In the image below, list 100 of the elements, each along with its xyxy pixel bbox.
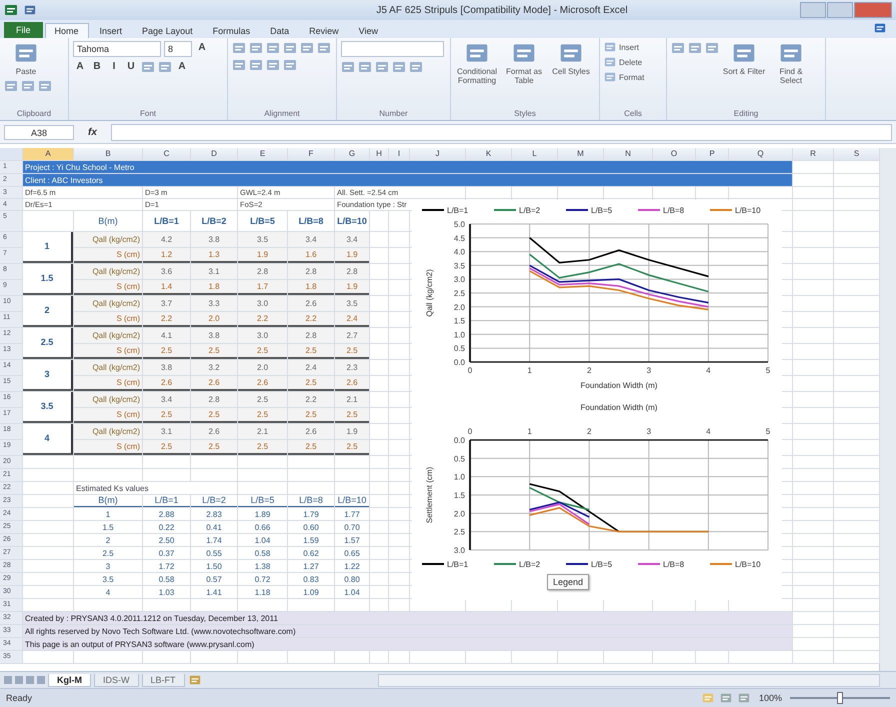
table-cell: 3.6 [143, 264, 190, 279]
function-label[interactable]: fx [80, 126, 105, 138]
column-header[interactable]: O [653, 148, 695, 160]
column-header[interactable]: H [370, 148, 388, 160]
toolbar-icon[interactable] [705, 41, 719, 55]
minimize-button[interactable] [800, 2, 826, 18]
save-icon[interactable] [24, 4, 36, 16]
maximize-button[interactable] [827, 2, 853, 18]
horizontal-scrollbar[interactable] [378, 674, 880, 686]
toolbar-icon[interactable] [341, 60, 355, 74]
column-header[interactable]: I [389, 148, 409, 160]
ribbon-tab[interactable]: Formulas [204, 24, 260, 38]
toolbar-icon[interactable] [141, 60, 155, 74]
ribbon-button[interactable]: Sort & Filter [722, 41, 766, 76]
font-button[interactable]: A [195, 41, 209, 55]
toolbar-icon[interactable] [283, 41, 297, 55]
column-header[interactable]: N [604, 148, 652, 160]
column-header[interactable]: P [696, 148, 728, 160]
toolbar-icon[interactable] [232, 41, 246, 55]
page-break-icon[interactable] [736, 692, 751, 704]
font-button[interactable]: U [124, 60, 138, 74]
font-button[interactable]: B [90, 60, 104, 74]
toolbar-icon[interactable] [300, 41, 314, 55]
ribbon-tab[interactable]: Insert [90, 24, 132, 38]
ribbon-tab[interactable]: Home [44, 23, 89, 38]
formula-input[interactable] [110, 124, 892, 140]
name-box[interactable]: A38 [4, 124, 74, 140]
legend-label: L/B=1 [447, 560, 469, 569]
tick-label: 3 [646, 366, 652, 375]
table-cell: 1.3 [191, 248, 237, 263]
page-layout-icon[interactable] [718, 692, 733, 704]
column-header[interactable]: E [238, 148, 287, 160]
table-cell: 2.5 [238, 392, 287, 407]
table-cell: 1.8 [191, 280, 237, 295]
column-header[interactable]: Q [729, 148, 792, 160]
combo-field[interactable] [341, 41, 444, 57]
column-label: B(m) [74, 495, 142, 507]
column-header[interactable]: D [191, 148, 237, 160]
toolbar-icon[interactable] [249, 58, 263, 72]
font-button[interactable]: A [175, 60, 189, 74]
new-sheet-icon[interactable] [188, 674, 202, 686]
zoom-level[interactable]: 100% [754, 693, 786, 703]
column-header[interactable]: A [23, 148, 73, 160]
column-label: L/B=10 [335, 495, 369, 507]
column-header[interactable]: K [466, 148, 511, 160]
toolbar-icon[interactable] [317, 41, 331, 55]
file-tab[interactable]: File [4, 22, 43, 38]
ribbon-button[interactable]: Cell Styles [549, 41, 593, 76]
toolbar-icon[interactable] [375, 60, 389, 74]
toolbar-icon[interactable] [158, 60, 172, 74]
vertical-scrollbar[interactable] [879, 148, 896, 671]
sheet-tab[interactable]: IDS-W [94, 674, 138, 686]
toolbar-icon[interactable] [249, 41, 263, 55]
column-header[interactable]: L [512, 148, 557, 160]
column-header[interactable]: R [793, 148, 833, 160]
toolbar-icon[interactable] [358, 60, 372, 74]
normal-view-icon[interactable] [700, 692, 715, 704]
toolbar-icon[interactable] [283, 58, 297, 72]
ribbon-tab[interactable]: Page Layout [133, 24, 202, 38]
combo-field[interactable]: 8 [164, 41, 192, 57]
ribbon-tab[interactable]: Review [300, 24, 348, 38]
column-header[interactable]: M [558, 148, 603, 160]
ribbon-tab[interactable]: Data [261, 24, 298, 38]
toolbar-icon[interactable] [21, 79, 35, 93]
ribbon-tab[interactable]: View [350, 24, 387, 38]
combo-field[interactable]: Tahoma [73, 41, 161, 57]
toolbar-icon[interactable] [392, 60, 406, 74]
sheet-tab[interactable]: Kgl-M [48, 674, 91, 686]
font-button[interactable]: I [107, 60, 121, 74]
ribbon-button[interactable]: Conditional Formatting [455, 41, 499, 85]
column-header[interactable]: C [143, 148, 190, 160]
column-header[interactable]: J [410, 148, 465, 160]
ribbon-button[interactable]: Format as Table [502, 41, 546, 85]
ribbon-button[interactable]: Delete [604, 56, 642, 68]
legend-item: L/B=10 [710, 560, 761, 569]
ribbon-button[interactable]: Format [604, 71, 644, 83]
ribbon-button[interactable]: Paste [4, 41, 48, 76]
column-header[interactable]: G [335, 148, 369, 160]
table-cell: 3.4 [143, 392, 190, 407]
table-cell: 2.4 [335, 312, 369, 327]
spreadsheet-icon[interactable] [4, 3, 18, 17]
toolbar-icon[interactable] [266, 41, 280, 55]
toolbar-icon[interactable] [4, 79, 18, 93]
ribbon-button[interactable]: Find & Select [769, 41, 813, 85]
table-cell: 2.5 [238, 440, 287, 455]
toolbar-icon[interactable] [38, 79, 52, 93]
toolbar-icon[interactable] [266, 58, 280, 72]
font-button[interactable]: A [73, 60, 87, 74]
toolbar-icon[interactable] [671, 41, 685, 55]
sheet-tab[interactable]: LB-FT [142, 674, 185, 686]
toolbar-icon[interactable] [409, 60, 423, 74]
column-header[interactable]: S [834, 148, 879, 160]
help-icon[interactable] [874, 22, 886, 34]
column-header[interactable]: B [74, 148, 142, 160]
toolbar-icon[interactable] [232, 58, 246, 72]
toolbar-icon[interactable] [688, 41, 702, 55]
column-header[interactable]: F [288, 148, 334, 160]
slider-thumb[interactable] [837, 692, 843, 704]
tick-label: 0.0 [454, 358, 465, 367]
ribbon-button[interactable]: Insert [604, 41, 640, 53]
